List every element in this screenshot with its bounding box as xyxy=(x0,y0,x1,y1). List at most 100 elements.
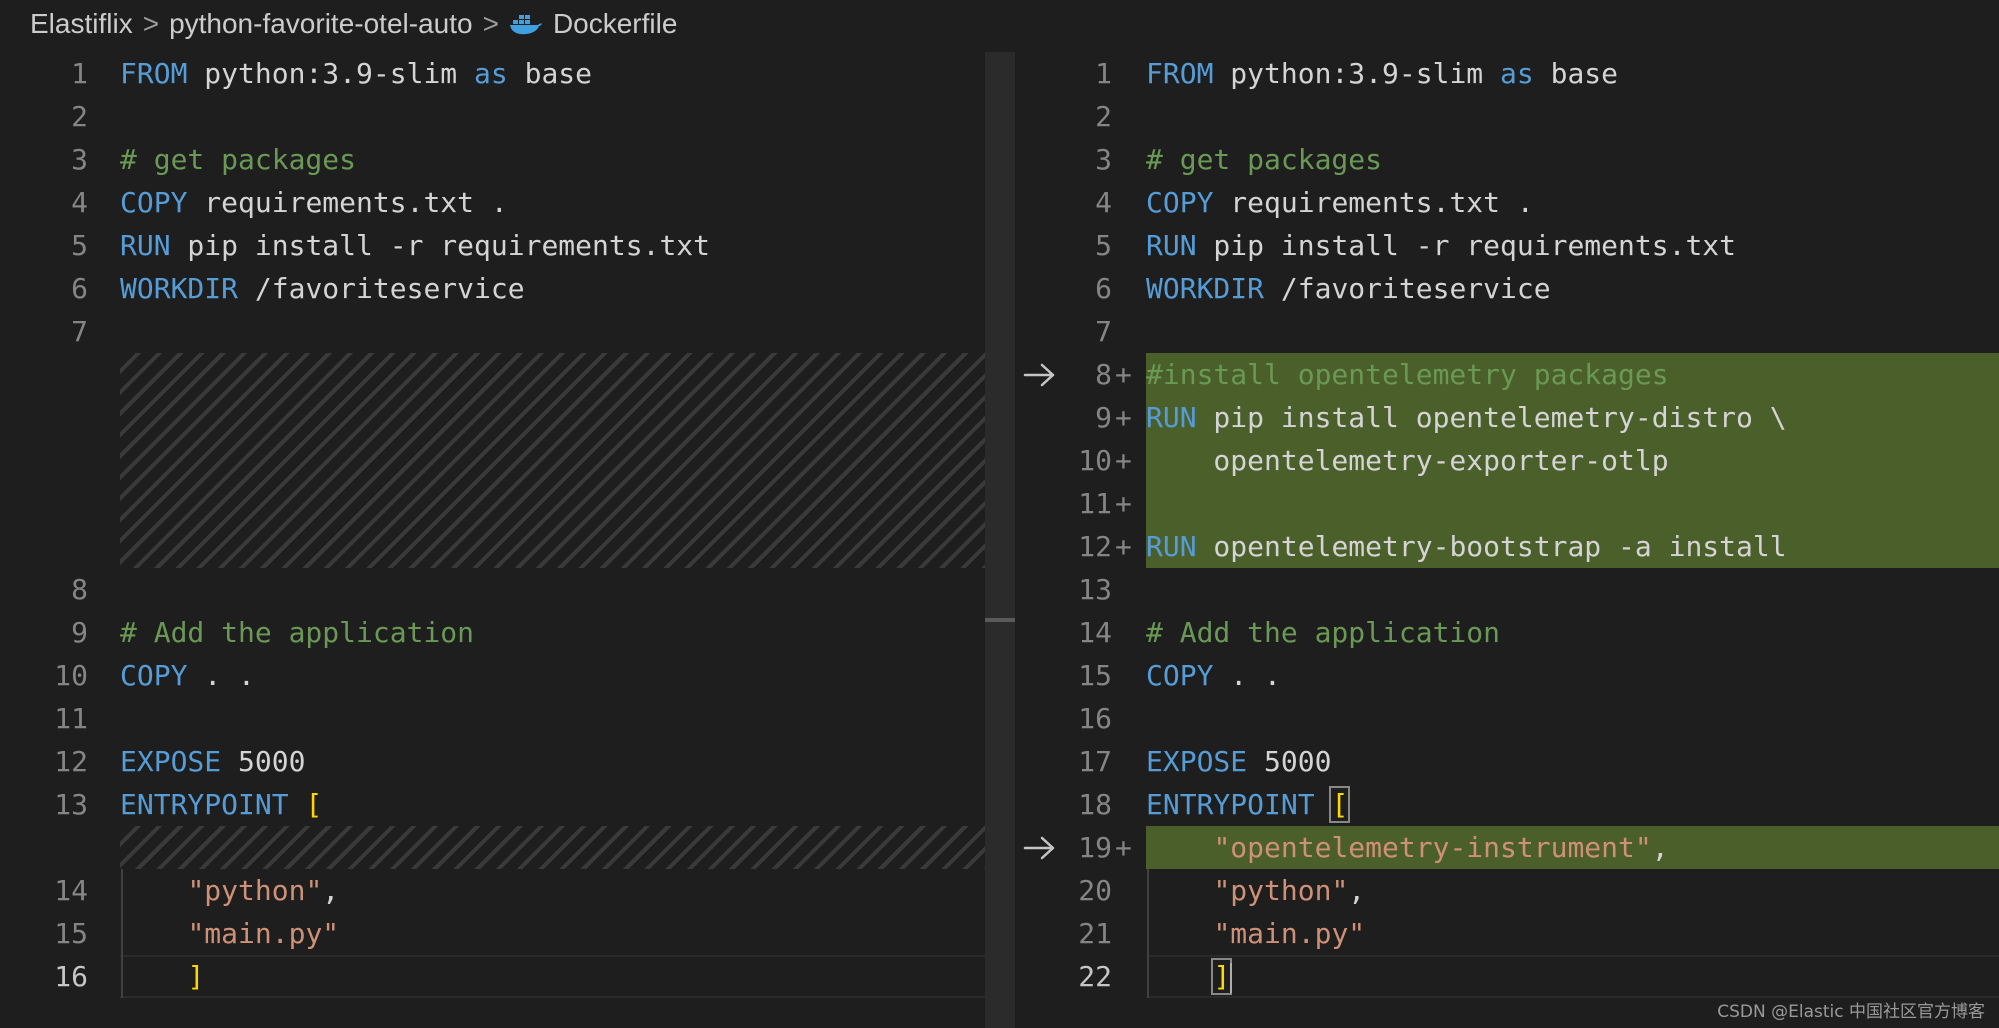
code-token: requirements.txt . xyxy=(187,186,508,219)
code-line[interactable]: 2 xyxy=(1015,95,1999,138)
code-text[interactable]: RUN pip install -r requirements.txt xyxy=(1146,229,1736,262)
code-text[interactable]: # Add the application xyxy=(1146,616,1500,649)
code-text[interactable]: #install opentelemetry packages xyxy=(1146,358,1669,391)
code-text[interactable]: # get packages xyxy=(120,143,356,176)
code-line[interactable]: 2 xyxy=(0,95,985,138)
breadcrumb-item-folder[interactable]: python-favorite-otel-auto xyxy=(169,8,473,40)
code-text[interactable]: COPY . . xyxy=(1146,659,1281,692)
code-text[interactable]: "opentelemetry-instrument", xyxy=(1146,831,1668,864)
code-line[interactable]: 10 + opentelemetry-exporter-otlp xyxy=(1015,439,1999,482)
code-line[interactable]: 16 xyxy=(1015,697,1999,740)
code-line[interactable]: 5 RUN pip install -r requirements.txt xyxy=(0,224,985,267)
code-text[interactable]: COPY requirements.txt . xyxy=(1146,186,1534,219)
code-line[interactable]: 8 + #install opentelemetry packages xyxy=(1015,353,1999,396)
code-line[interactable]: 7 xyxy=(1015,310,1999,353)
code-line[interactable]: 12 + RUN opentelemetry-bootstrap -a instal… xyxy=(1015,525,1999,568)
code-line[interactable]: 9 + RUN pip install opentelemetry-distro \ xyxy=(1015,396,1999,439)
code-text[interactable]: opentelemetry-exporter-otlp xyxy=(1146,444,1668,477)
code-token: # get packages xyxy=(1146,143,1383,176)
breadcrumb-item-dockerfile[interactable]: Dockerfile xyxy=(553,8,677,40)
code-text[interactable]: EXPOSE 5000 xyxy=(1146,745,1331,778)
code-text[interactable]: "python", xyxy=(120,874,339,907)
watermark: CSDN @Elastic 中国社区官方博客 xyxy=(1717,1002,1985,1022)
code-token: WORKDIR xyxy=(120,272,239,305)
code-token: as xyxy=(474,57,508,90)
code-text[interactable]: RUN pip install opentelemetry-distro \ xyxy=(1146,401,1787,434)
line-number: 3 xyxy=(71,143,88,176)
code-line[interactable]: 13 ENTRYPOINT [ xyxy=(0,783,985,826)
code-line[interactable]: 3 # get packages xyxy=(0,138,985,181)
scrollbar-thumb[interactable] xyxy=(985,618,1015,622)
added-marker: + xyxy=(1115,358,1132,391)
code-line[interactable]: 19 + "opentelemetry-instrument", xyxy=(1015,826,1999,869)
diff-overview-ruler[interactable] xyxy=(985,52,1015,1028)
code-line[interactable]: 14 "python", xyxy=(0,869,985,912)
code-text[interactable]: "main.py" xyxy=(120,917,339,950)
code-text[interactable]: RUN opentelemetry-bootstrap -a install xyxy=(1146,530,1787,563)
breadcrumb: Elastiflix > python-favorite-otel-auto >… xyxy=(30,0,677,48)
diff-modified-pane[interactable]: 1 FROM python:3.9-slim as base 2 3 # get pac… xyxy=(1015,52,1999,1028)
code-line[interactable]: 7 xyxy=(0,310,985,353)
code-line[interactable]: 10 COPY . . xyxy=(0,654,985,697)
code-line[interactable]: 1 FROM python:3.9-slim as base xyxy=(0,52,985,95)
code-text[interactable]: ] xyxy=(120,960,204,993)
code-token: RUN xyxy=(120,229,171,262)
code-line[interactable]: 18 ENTRYPOINT [ xyxy=(1015,783,1999,826)
code-text[interactable]: # get packages xyxy=(1146,143,1382,176)
code-line[interactable]: 22 ] xyxy=(1015,955,1999,998)
code-line[interactable]: 11 xyxy=(0,697,985,740)
code-line[interactable]: 1 FROM python:3.9-slim as base xyxy=(1015,52,1999,95)
code-text[interactable]: COPY . . xyxy=(120,659,255,692)
code-text[interactable]: ENTRYPOINT [ xyxy=(120,788,322,821)
code-line[interactable]: 16 ] xyxy=(0,955,985,998)
code-token: ENTRYPOINT xyxy=(120,788,289,821)
code-token: pip install opentelemetry-distro \ xyxy=(1196,401,1787,434)
line-number: 7 xyxy=(71,315,88,348)
line-number: 10 xyxy=(54,659,88,692)
arrow-right-icon[interactable] xyxy=(1020,353,1060,396)
breadcrumb-item-elastiflix[interactable]: Elastiflix xyxy=(30,8,133,40)
code-line[interactable]: 15 "main.py" xyxy=(0,912,985,955)
code-line[interactable]: 14 # Add the application xyxy=(1015,611,1999,654)
line-number: 8 xyxy=(71,573,88,606)
code-line[interactable]: 4 COPY requirements.txt . xyxy=(0,181,985,224)
code-text[interactable]: FROM python:3.9-slim as base xyxy=(120,57,592,90)
code-line[interactable]: 6 WORKDIR /favoriteservice xyxy=(0,267,985,310)
code-text[interactable]: # Add the application xyxy=(120,616,474,649)
code-token: # Add the application xyxy=(1146,616,1501,649)
code-line[interactable]: 3 # get packages xyxy=(1015,138,1999,181)
code-text[interactable]: WORKDIR /favoriteservice xyxy=(1146,272,1551,305)
code-line[interactable]: 6 WORKDIR /favoriteservice xyxy=(1015,267,1999,310)
line-number: 4 xyxy=(71,186,88,219)
code-text[interactable]: EXPOSE 5000 xyxy=(120,745,305,778)
code-line[interactable]: 9 # Add the application xyxy=(0,611,985,654)
code-line[interactable]: 15 COPY . . xyxy=(1015,654,1999,697)
code-text[interactable]: RUN pip install -r requirements.txt xyxy=(120,229,710,262)
line-number: 1 xyxy=(1095,57,1112,90)
code-line[interactable]: 20 "python", xyxy=(1015,869,1999,912)
code-line[interactable]: 21 "main.py" xyxy=(1015,912,1999,955)
code-token: EXPOSE xyxy=(120,745,222,778)
code-text[interactable]: "main.py" xyxy=(1146,917,1365,950)
code-text[interactable]: ENTRYPOINT [ xyxy=(1146,786,1351,823)
code-text[interactable]: COPY requirements.txt . xyxy=(120,186,508,219)
code-token: WORKDIR xyxy=(1146,272,1265,305)
code-line[interactable]: 13 xyxy=(1015,568,1999,611)
code-token: opentelemetry-bootstrap -a install xyxy=(1196,530,1787,563)
diff-original-pane[interactable]: 1 FROM python:3.9-slim as base 2 3 # get pac… xyxy=(0,52,1015,1028)
code-text[interactable]: FROM python:3.9-slim as base xyxy=(1146,57,1618,90)
code-line[interactable]: 12 EXPOSE 5000 xyxy=(0,740,985,783)
code-line[interactable]: 17 EXPOSE 5000 xyxy=(1015,740,1999,783)
code-token: , xyxy=(1348,874,1366,907)
code-text[interactable]: WORKDIR /favoriteservice xyxy=(120,272,525,305)
arrow-right-icon[interactable] xyxy=(1020,826,1060,869)
added-marker: + xyxy=(1115,401,1132,434)
code-text[interactable]: ] xyxy=(1146,958,1233,995)
code-line[interactable]: 8 xyxy=(0,568,985,611)
line-number: 16 xyxy=(54,960,88,993)
code-line[interactable]: 5 RUN pip install -r requirements.txt xyxy=(1015,224,1999,267)
code-line[interactable]: 11 + xyxy=(1015,482,1999,525)
code-text[interactable]: "python", xyxy=(1146,874,1365,907)
code-line[interactable]: 4 COPY requirements.txt . xyxy=(1015,181,1999,224)
